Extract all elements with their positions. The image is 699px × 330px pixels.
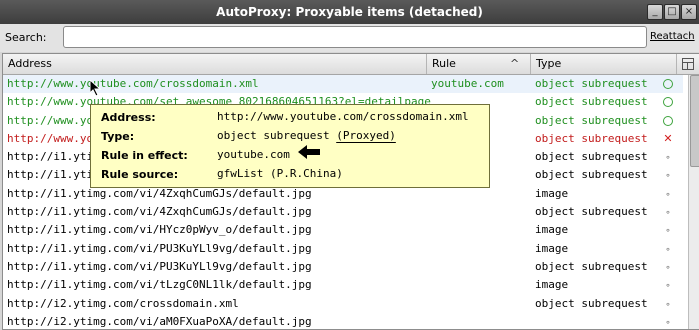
table-row[interactable]: http://i1.ytimg.com/vi/PU3KuYLl9vg/defau… — [3, 240, 683, 258]
table-row[interactable]: http://i2.ytimg.com/crossdomain.xml objec… — [3, 295, 683, 313]
table-row[interactable]: http://i2.ytimg.com/vi/aM0FXuaPoXA/defau… — [3, 313, 683, 329]
vertical-scrollbar[interactable] — [688, 75, 699, 329]
cell-type: object subrequest — [535, 77, 648, 90]
scrollbar-thumb[interactable] — [690, 75, 699, 167]
table-row[interactable]: http://www.youtube.com/crossdomain.xml yo… — [3, 75, 683, 94]
cell-address: http://i2.ytimg.com/crossdomain.xml — [7, 296, 239, 310]
none-status-icon: ∘ — [665, 171, 671, 182]
tooltip-type-text: object subrequest — [217, 129, 330, 142]
cell-address: http://i2.ytimg.com/vi/aM0FXuaPoXA/defau… — [7, 314, 312, 328]
column-header: Address Rule ^ Type — [3, 54, 699, 75]
cell-type: image — [535, 278, 569, 292]
cell-address: http://i1.ytimg.com/vi/PU3KuYLl9vg/defau… — [7, 259, 312, 273]
cell-address: http://i1.ytimg.com/vi/PU3KuYLl9vg/defau… — [7, 241, 312, 255]
title-bar: AutoProxy: Proxyable items (detached) _ … — [0, 0, 699, 25]
table-row[interactable]: http://i1.ytimg.com/vi/HYcz0pWyv_o/defau… — [3, 221, 683, 239]
window-title: AutoProxy: Proxyable items (detached) — [216, 5, 483, 19]
tooltip-rule-value: youtube.com — [217, 148, 290, 161]
mouse-cursor-icon — [90, 80, 102, 96]
tooltip-rule-label: Rule in effect: — [101, 149, 188, 162]
cell-address: http://www.youtube.com/crossdomain.xml — [7, 77, 259, 90]
cell-address: http://i1.ytimg.com/vi/tLzgC0NL1lk/defau… — [7, 278, 312, 292]
cell-type: object subrequest — [535, 205, 648, 219]
cell-type: object subrequest — [535, 296, 648, 310]
none-status-icon: ∘ — [665, 226, 671, 237]
search-bar: Search: Reattach — [0, 24, 699, 52]
table-row[interactable]: http://i1.ytimg.com/vi/4ZxqhCumGJs/defau… — [3, 203, 683, 221]
none-status-icon: ∘ — [665, 281, 671, 292]
proxied-status-icon — [662, 93, 674, 111]
pointer-arrow-icon — [298, 145, 320, 159]
none-status-icon: ∘ — [665, 244, 671, 255]
cell-rule: youtube.com — [431, 77, 504, 90]
cell-type: object subrequest — [535, 131, 648, 145]
table-row[interactable]: http://i1.ytimg.com/vi/tLzgC0NL1lk/defau… — [3, 276, 683, 294]
close-button[interactable]: × — [681, 4, 697, 20]
none-status-icon: ∘ — [665, 299, 671, 310]
tooltip-type-value: object subrequest (Proxyed) — [217, 129, 396, 142]
column-address[interactable]: Address — [3, 54, 427, 74]
tooltip-source-label: Rule source: — [101, 168, 179, 181]
tooltip-address-value: http://www.youtube.com/crossdomain.xml — [217, 110, 469, 123]
search-input[interactable] — [63, 26, 647, 48]
cell-type: image — [535, 186, 569, 200]
sort-ascending-icon: ^ — [510, 57, 520, 70]
table-row[interactable]: http://i1.ytimg.com/vi/PU3KuYLl9vg/defau… — [3, 258, 683, 276]
tooltip-type-note: (Proxyed) — [336, 129, 396, 142]
minimize-button[interactable]: _ — [647, 4, 663, 20]
tooltip-address-label: Address: — [101, 111, 156, 124]
none-status-icon: ∘ — [665, 208, 671, 219]
cell-type: object subrequest — [535, 259, 648, 273]
tooltip-type-label: Type: — [101, 130, 135, 143]
proxied-status-icon — [662, 75, 674, 93]
cell-type: object subrequest — [535, 150, 648, 164]
cell-address: http://i1.ytimg.com/vi/HYcz0pWyv_o/defau… — [7, 223, 312, 237]
item-tooltip: Address: http://www.youtube.com/crossdom… — [90, 104, 490, 188]
cell-address: http://i1.ytimg.com/vi/4ZxqhCumGJs/defau… — [7, 205, 312, 219]
proxied-status-icon — [662, 112, 674, 130]
cell-type: image — [535, 223, 569, 237]
cell-type: object subrequest — [535, 95, 648, 109]
maximize-button[interactable]: □ — [664, 4, 680, 20]
reattach-link[interactable]: Reattach — [650, 31, 695, 42]
items-tree[interactable]: Address Rule ^ Type http://www.youtube.c… — [2, 53, 699, 330]
tooltip-source-value: gfwList (P.R.China) — [217, 167, 343, 180]
column-type[interactable]: Type — [531, 54, 677, 74]
excluded-status-icon: ✕ — [663, 131, 673, 145]
column-picker-icon[interactable] — [682, 58, 694, 70]
none-status-icon: ∘ — [665, 262, 671, 273]
none-status-icon: ∘ — [665, 153, 671, 164]
none-status-icon: ∘ — [665, 317, 671, 328]
search-label: Search: — [5, 31, 47, 44]
none-status-icon: ∘ — [665, 189, 671, 200]
cell-type: image — [535, 241, 569, 255]
cell-type: object subrequest — [535, 168, 648, 182]
cell-type: object subrequest — [535, 113, 648, 127]
